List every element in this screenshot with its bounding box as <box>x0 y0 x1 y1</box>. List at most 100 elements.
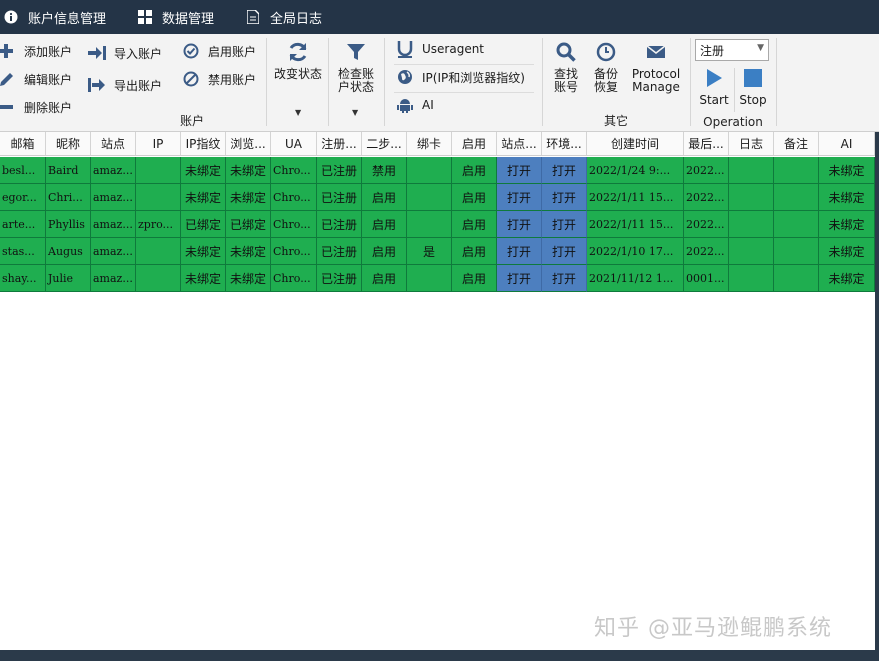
table-cell: Chro... <box>271 184 317 211</box>
column-header[interactable]: 创建时间 <box>587 132 684 155</box>
tab-global-log[interactable]: 全局日志 <box>246 0 322 34</box>
column-header[interactable]: 二步... <box>362 132 407 155</box>
table-cell <box>407 157 452 184</box>
column-header[interactable]: 绑卡 <box>407 132 452 155</box>
tab-global-log-label: 全局日志 <box>270 11 323 27</box>
column-header[interactable]: 最后... <box>684 132 729 155</box>
table-cell: 未绑定 <box>181 157 226 184</box>
edit-account-button[interactable]: 编辑账户 <box>0 70 72 88</box>
open-cell-button[interactable]: 打开 <box>542 265 587 292</box>
table-row[interactable]: shay... Julie amaz... 未绑定 未绑定 Chro... 已注册 启用 启用打… <box>0 265 875 292</box>
tab-data-management-label: 数据管理 <box>162 11 215 27</box>
table-cell <box>136 265 181 292</box>
table-cell: 启用 <box>452 211 497 238</box>
table-cell: Chro... <box>271 211 317 238</box>
backup-restore-button[interactable]: 备份恢复 <box>590 40 622 94</box>
table-cell: amaz... <box>91 211 136 238</box>
column-header[interactable]: AI <box>819 132 875 155</box>
table-cell: 未绑定 <box>226 157 271 184</box>
grid-icon <box>138 10 153 24</box>
ip-fingerprint-button[interactable]: IP(IP和浏览器指纹) <box>396 68 525 86</box>
change-status-button[interactable]: 改变状态 <box>272 40 324 81</box>
table-cell: 已注册 <box>317 211 362 238</box>
find-account-button[interactable]: 查找账号 <box>550 40 582 94</box>
ban-icon <box>182 70 200 88</box>
open-cell-button[interactable]: 打开 <box>497 265 542 292</box>
operation-mode-select[interactable]: 注册 ▼ <box>695 39 769 61</box>
ribbon-separator <box>776 38 777 126</box>
globe-icon <box>396 68 414 86</box>
search-icon <box>554 40 578 64</box>
table-row[interactable]: egor... Chri... amaz... 未绑定 未绑定 Chro... 已注册 启用启… <box>0 184 875 211</box>
table-cell: Chro... <box>271 265 317 292</box>
open-cell-button[interactable]: 打开 <box>497 238 542 265</box>
column-header[interactable]: UA <box>271 132 317 155</box>
table-cell: Julie <box>46 265 91 292</box>
column-header[interactable]: 昵称 <box>46 132 91 155</box>
column-header[interactable]: 启用 <box>452 132 497 155</box>
tab-data-management[interactable]: 数据管理 <box>138 0 214 34</box>
table-cell: 禁用 <box>362 157 407 184</box>
table-cell <box>136 238 181 265</box>
table-row[interactable]: stas... Augus amaz... 未绑定 未绑定 Chro... 已注册 启用是启用… <box>0 238 875 265</box>
account-group-label: 账户 <box>179 114 204 128</box>
check-account-status-button[interactable]: 检查账户状态 <box>334 40 378 94</box>
tab-account-info[interactable]: 账户信息管理 <box>4 0 106 34</box>
column-header[interactable]: 注册... <box>317 132 362 155</box>
table-cell <box>136 184 181 211</box>
ribbon-toolbar: 添加账户 编辑账户 删除账户 导入账户 导出账户 启用账户 禁用账户 改变状态 … <box>0 34 879 132</box>
sign-out-icon <box>88 76 106 94</box>
table-cell: 2022... <box>684 238 729 265</box>
table-cell: 启用 <box>452 184 497 211</box>
table-cell: 已绑定 <box>226 211 271 238</box>
table-cell: 2022/1/11 15... <box>587 184 684 211</box>
column-header[interactable]: 站点... <box>497 132 542 155</box>
open-cell-button[interactable]: 打开 <box>497 184 542 211</box>
watermark-text: 知乎 @亚马逊鲲鹏系统 <box>594 616 832 641</box>
open-cell-button[interactable]: 打开 <box>542 184 587 211</box>
disable-account-button[interactable]: 禁用账户 <box>182 70 256 88</box>
table-cell: 未绑定 <box>181 184 226 211</box>
window-border <box>0 650 879 661</box>
table-cell: 已绑定 <box>181 211 226 238</box>
table-cell: 未绑定 <box>226 238 271 265</box>
ai-button[interactable]: AI <box>396 96 434 114</box>
column-header[interactable]: 环境... <box>542 132 587 155</box>
enable-account-button[interactable]: 启用账户 <box>182 42 256 60</box>
import-account-button[interactable]: 导入账户 <box>88 44 162 62</box>
table-row[interactable]: arte... Phyllis amaz... zpro... 已绑定 已绑定 Chro..… <box>0 211 875 238</box>
table-row[interactable]: besl... Baird amaz... 未绑定 未绑定 Chro... 已注册 禁用 启用打… <box>0 157 875 184</box>
table-cell: 启用 <box>452 238 497 265</box>
stop-button[interactable]: Stop <box>736 66 770 107</box>
table-cell: Chro... <box>271 238 317 265</box>
add-account-button[interactable]: 添加账户 <box>0 42 72 60</box>
table-cell: 2022... <box>684 157 729 184</box>
column-header[interactable]: 站点 <box>91 132 136 155</box>
useragent-button[interactable]: Useragent <box>396 40 484 58</box>
column-header[interactable]: 日志 <box>729 132 774 155</box>
table-cell: 2022... <box>684 211 729 238</box>
protocol-manage-button[interactable]: Protocol Manage <box>628 40 684 94</box>
column-header[interactable]: 邮箱 <box>0 132 46 155</box>
column-header[interactable]: IP指纹 <box>181 132 226 155</box>
open-cell-button[interactable]: 打开 <box>542 238 587 265</box>
open-cell-button[interactable]: 打开 <box>542 157 587 184</box>
open-cell-button[interactable]: 打开 <box>497 211 542 238</box>
plus-icon <box>0 42 16 60</box>
ribbon-divider <box>394 92 534 93</box>
ribbon-separator <box>384 38 385 126</box>
open-cell-button[interactable]: 打开 <box>497 157 542 184</box>
column-header[interactable]: IP <box>136 132 181 155</box>
export-account-button[interactable]: 导出账户 <box>88 76 162 94</box>
column-header[interactable]: 浏览... <box>226 132 271 155</box>
open-cell-button[interactable]: 打开 <box>542 211 587 238</box>
window-border <box>875 132 879 650</box>
table-cell: Chro... <box>271 157 317 184</box>
table-cell: 启用 <box>362 184 407 211</box>
table-cell: 未绑定 <box>819 211 875 238</box>
table-cell: amaz... <box>91 157 136 184</box>
table-cell: arte... <box>0 211 46 238</box>
table-cell: amaz... <box>91 184 136 211</box>
column-header[interactable]: 备注 <box>774 132 819 155</box>
start-button[interactable]: Start <box>696 66 732 107</box>
